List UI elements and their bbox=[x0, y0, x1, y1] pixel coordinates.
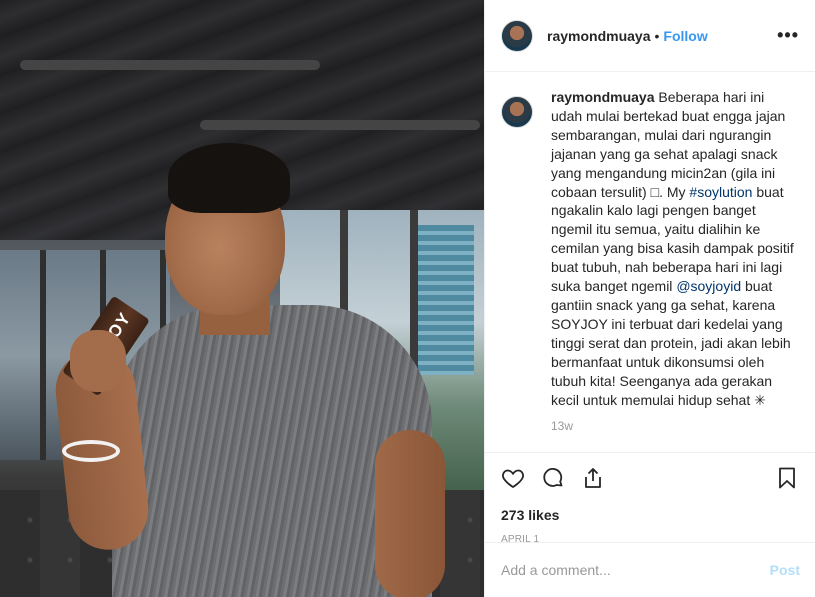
photo-mullion bbox=[40, 250, 46, 460]
share-button[interactable] bbox=[581, 466, 605, 490]
photo-hand bbox=[70, 330, 126, 392]
header-username[interactable]: raymondmuaya bbox=[547, 28, 650, 44]
photo-building bbox=[418, 225, 474, 375]
add-comment-bar: Post bbox=[485, 542, 815, 597]
more-options-icon[interactable]: ••• bbox=[777, 25, 799, 46]
photo-hair bbox=[168, 143, 290, 213]
likes-count[interactable]: 273 likes bbox=[485, 493, 815, 523]
hashtag-link[interactable]: #soylution bbox=[689, 184, 752, 200]
comments-section[interactable]: raymondmuaya Beberapa hari ini udah mula… bbox=[485, 72, 815, 453]
heart-icon bbox=[502, 469, 524, 489]
post-photo[interactable]: SOYJOY bbox=[0, 0, 484, 597]
bookmark-icon bbox=[779, 467, 795, 489]
post-comment-button[interactable]: Post bbox=[770, 562, 800, 578]
mention-link[interactable]: @soyjoyid bbox=[676, 278, 741, 294]
avatar[interactable] bbox=[501, 96, 533, 128]
caption-timestamp[interactable]: 13w bbox=[551, 419, 799, 433]
post-header: raymondmuaya • Follow ••• bbox=[485, 0, 815, 72]
post-side-panel: raymondmuaya • Follow ••• raymondmuaya B… bbox=[484, 0, 815, 597]
save-button[interactable] bbox=[775, 466, 799, 490]
follow-button[interactable]: Follow bbox=[663, 28, 707, 44]
caption-text: buat gantiin snack yang ga sehat, karena… bbox=[551, 278, 791, 408]
caption-username[interactable]: raymondmuaya bbox=[551, 89, 654, 105]
photo-duct bbox=[200, 120, 480, 130]
photo-duct bbox=[20, 60, 320, 70]
photo-bracelet bbox=[62, 440, 120, 462]
share-icon bbox=[585, 468, 601, 488]
caption: raymondmuaya Beberapa hari ini udah mula… bbox=[501, 88, 799, 409]
avatar[interactable] bbox=[501, 19, 533, 52]
header-separator: • bbox=[654, 27, 660, 44]
comment-icon bbox=[543, 468, 563, 487]
photo-right-arm bbox=[375, 430, 445, 597]
action-bar bbox=[485, 453, 815, 493]
comment-input[interactable] bbox=[501, 562, 770, 578]
comment-button[interactable] bbox=[541, 466, 565, 490]
like-button[interactable] bbox=[501, 466, 525, 490]
caption-body: raymondmuaya Beberapa hari ini udah mula… bbox=[551, 88, 799, 409]
